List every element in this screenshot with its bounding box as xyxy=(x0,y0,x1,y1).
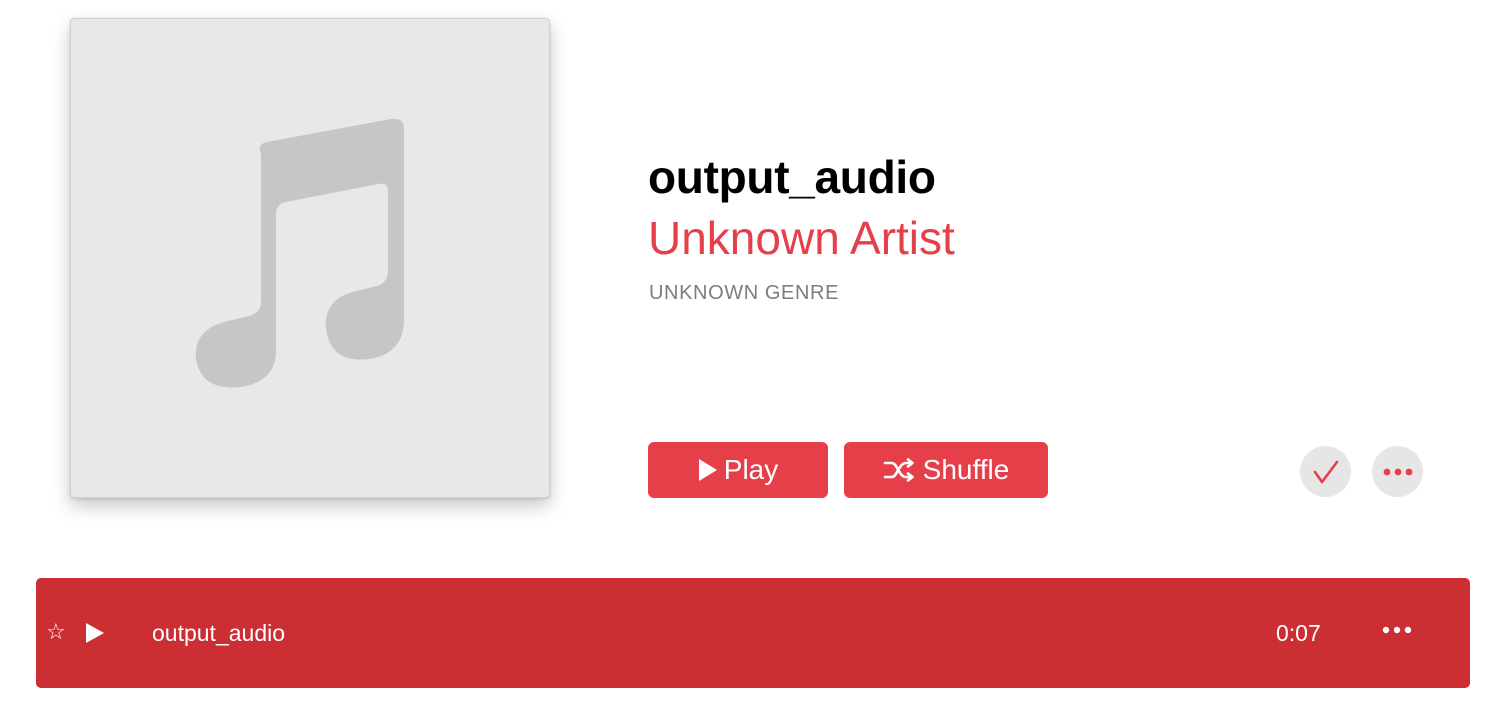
shuffle-icon xyxy=(883,458,914,482)
ellipsis-icon[interactable] xyxy=(1382,626,1412,634)
album-artwork xyxy=(70,18,550,498)
star-icon[interactable]: ☆ xyxy=(46,618,66,646)
shuffle-button-label: Shuffle xyxy=(922,454,1010,485)
ellipsis-icon xyxy=(1383,468,1412,475)
play-icon[interactable] xyxy=(85,622,105,644)
play-button[interactable]: Play xyxy=(648,442,828,498)
artist-link[interactable]: Unknown Artist xyxy=(648,211,955,265)
play-button-label: Play xyxy=(723,454,779,485)
music-note-icon xyxy=(195,119,404,388)
track-duration: 0:07 xyxy=(1276,620,1321,646)
checkmark-icon xyxy=(1313,460,1338,483)
track-row[interactable]: ☆ output_audio 0:07 xyxy=(36,578,1470,688)
album-title: output_audio xyxy=(648,151,936,203)
more-options-button[interactable] xyxy=(1372,446,1423,497)
shuffle-button[interactable]: Shuffle xyxy=(844,442,1048,498)
play-icon xyxy=(698,459,717,481)
genre-label: UNKNOWN GENRE xyxy=(649,282,840,304)
track-title: output_audio xyxy=(152,620,286,646)
add-to-library-button[interactable] xyxy=(1300,446,1351,497)
